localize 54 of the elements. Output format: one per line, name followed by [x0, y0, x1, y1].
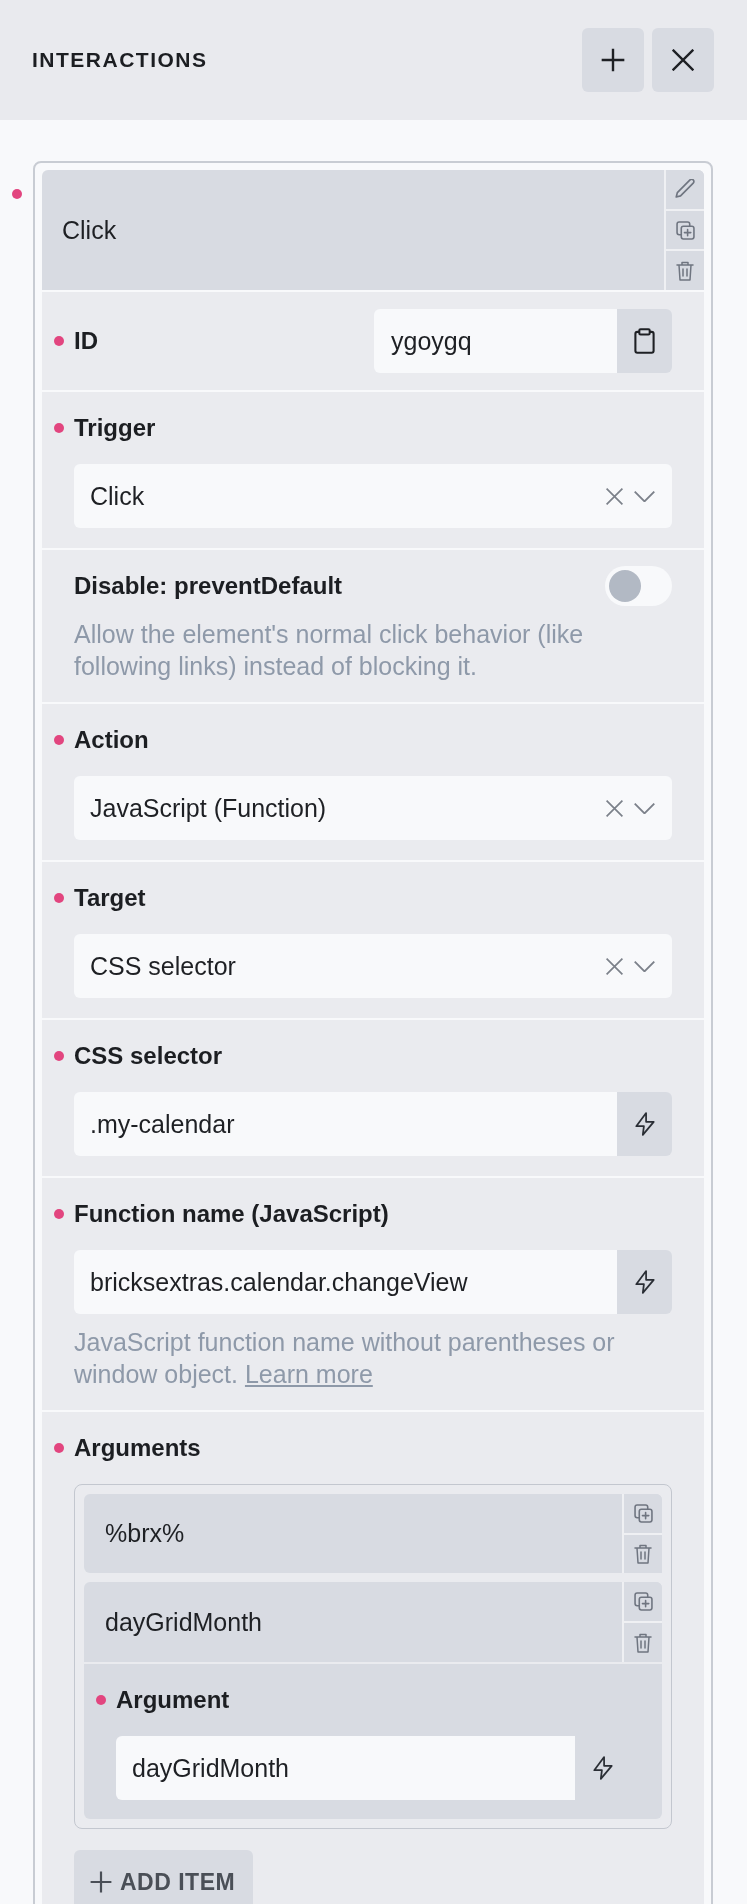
chevron-down-icon[interactable]: [634, 490, 655, 502]
duplicate-button[interactable]: [622, 1582, 662, 1621]
lightning-icon: [592, 1756, 613, 1780]
clear-icon[interactable]: [606, 487, 623, 505]
trash-icon: [676, 260, 694, 281]
chevron-down-icon[interactable]: [634, 960, 655, 972]
clear-icon[interactable]: [606, 799, 623, 817]
clear-icon[interactable]: [606, 957, 623, 975]
field-label: CSS selector: [74, 1042, 223, 1070]
chevron-down-icon[interactable]: [634, 802, 655, 814]
trash-icon: [634, 1543, 652, 1564]
close-button[interactable]: [652, 28, 714, 92]
dynamic-data-button[interactable]: [617, 1092, 672, 1156]
delete-button[interactable]: [622, 1532, 662, 1573]
field-label: Action: [74, 726, 149, 754]
select-field[interactable]: Click: [74, 464, 672, 528]
delete-button[interactable]: [664, 249, 704, 290]
field-label: Argument: [116, 1686, 230, 1714]
trash-icon: [634, 1632, 652, 1653]
field-label: Target: [74, 884, 146, 912]
field-label: Function name (JavaScript): [74, 1200, 389, 1228]
add-item-button[interactable]: ADD ITEM: [74, 1850, 254, 1904]
toggle-switch[interactable]: [605, 566, 672, 606]
duplicate-button[interactable]: [622, 1494, 662, 1533]
help-text: JavaScript function name without parentheses or window object. Learn more: [74, 1327, 616, 1390]
plus-icon: [90, 1871, 112, 1893]
edit-button[interactable]: [664, 170, 704, 209]
duplicate-icon: [633, 1503, 653, 1523]
text-field[interactable]: bricksextras.calendar.changeView: [74, 1250, 617, 1314]
field-label: ID: [74, 327, 98, 355]
plus-icon: [601, 48, 625, 72]
panel-title: INTERACTIONS: [32, 48, 208, 72]
help-text: Allow the element's normal click behavior (like following links) instead of blocking it.: [74, 619, 585, 682]
copy-button[interactable]: [617, 309, 672, 373]
select-field[interactable]: JavaScript (Function): [74, 776, 672, 840]
id-field[interactable]: ygoygq: [374, 309, 617, 373]
pencil-icon: [675, 179, 695, 200]
text-field[interactable]: .my-calendar: [74, 1092, 617, 1156]
duplicate-icon: [675, 220, 695, 240]
lightning-icon: [634, 1112, 655, 1136]
field-label: Arguments: [74, 1434, 201, 1462]
lightning-icon: [634, 1270, 655, 1294]
dynamic-data-button[interactable]: [617, 1250, 672, 1314]
duplicate-icon: [633, 1592, 653, 1611]
clipboard-icon: [634, 328, 655, 354]
text-field[interactable]: dayGridMonth: [116, 1736, 575, 1800]
add-button[interactable]: [582, 28, 644, 92]
duplicate-button[interactable]: [664, 208, 704, 250]
delete-button[interactable]: [622, 1621, 662, 1662]
close-icon: [672, 49, 694, 71]
select-field[interactable]: CSS selector: [74, 934, 672, 998]
interaction-title[interactable]: Click: [42, 170, 664, 290]
field-label: Disable: preventDefault: [74, 572, 343, 600]
field-label: Trigger: [74, 414, 156, 442]
